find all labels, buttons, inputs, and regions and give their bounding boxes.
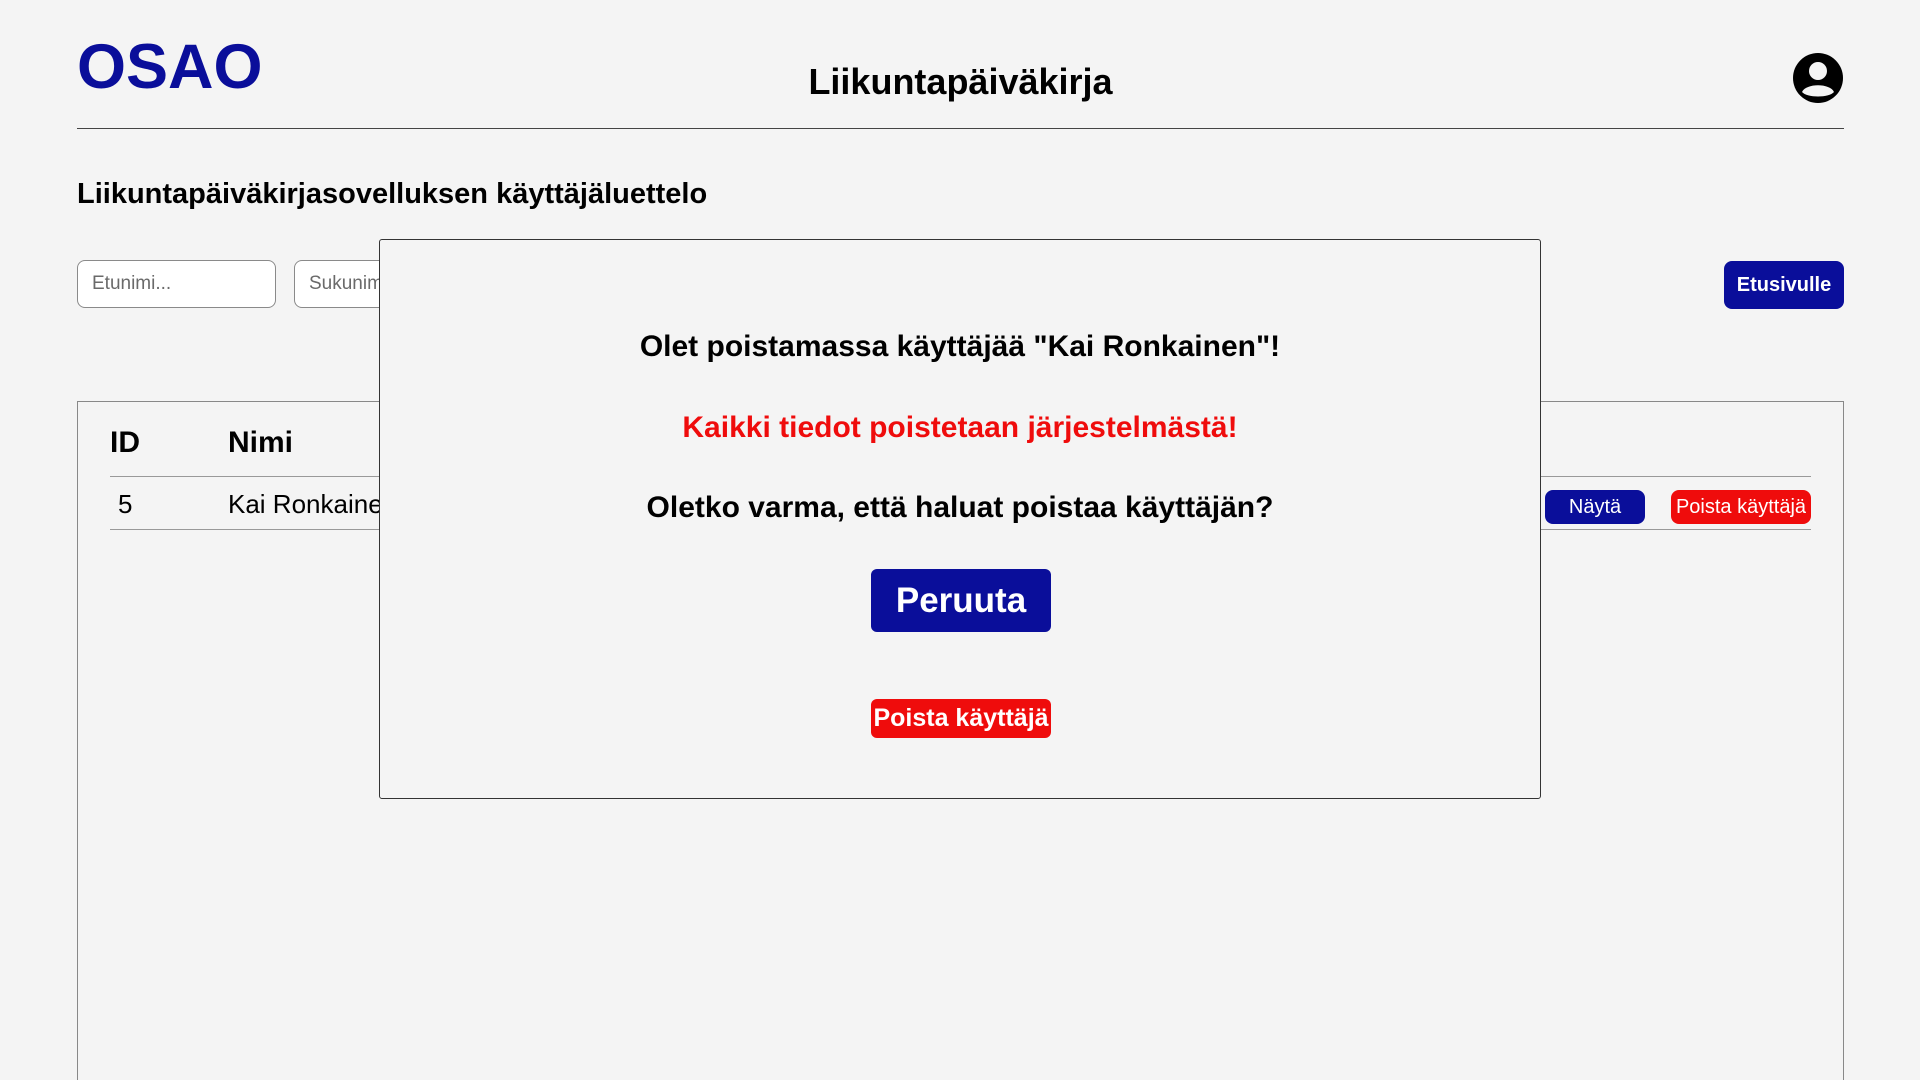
confirm-delete-button[interactable]: Poista käyttäjä xyxy=(871,699,1051,738)
home-button[interactable]: Etusivulle xyxy=(1724,261,1844,309)
header: OSAO Liikuntapäiväkirja xyxy=(77,32,1844,129)
delete-confirm-dialog: Olet poistamassa käyttäjää "Kai Ronkaine… xyxy=(379,239,1541,799)
user-id-cell: 5 xyxy=(118,489,133,519)
app-title: Liikuntapäiväkirja xyxy=(808,61,1113,102)
dialog-warning: Kaikki tiedot poistetaan järjestelmästä! xyxy=(682,411,1238,444)
user-list-page: OSAO Liikuntapäiväkirja Liikuntapäiväkir… xyxy=(0,0,1920,1080)
account-circle-icon[interactable] xyxy=(1792,52,1844,104)
first-name-filter-input[interactable] xyxy=(77,260,276,308)
page-heading: Liikuntapäiväkirjasovelluksen käyttäjälu… xyxy=(77,178,708,210)
dialog-question: Oletko varma, että haluat poistaa käyttä… xyxy=(646,491,1274,524)
user-name-cell: Kai Ronkainen xyxy=(228,489,398,519)
column-header-id: ID xyxy=(110,426,140,459)
delete-user-button[interactable]: Poista käyttäjä xyxy=(1671,490,1811,524)
cancel-button[interactable]: Peruuta xyxy=(871,569,1051,632)
show-user-button[interactable]: Näytä xyxy=(1545,490,1645,524)
column-header-name: Nimi xyxy=(228,426,294,459)
dialog-message: Olet poistamassa käyttäjää "Kai Ronkaine… xyxy=(639,330,1281,363)
